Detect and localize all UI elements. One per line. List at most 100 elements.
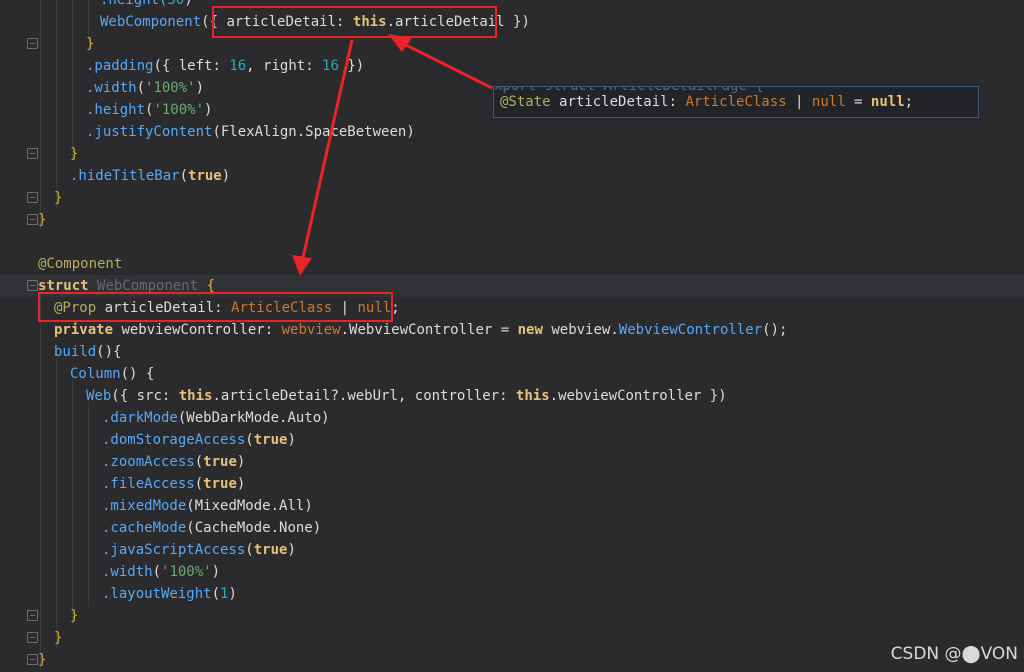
code-line-content[interactable]: build(){ bbox=[54, 341, 121, 363]
definition-popup: xport struct ArticleDetailPage { @State … bbox=[493, 86, 979, 118]
code-token: ( bbox=[186, 498, 195, 514]
code-token: FlexAlign bbox=[220, 124, 297, 140]
code-token: ({ bbox=[153, 58, 179, 74]
code-line-content[interactable]: } bbox=[54, 627, 62, 649]
code-token: '100%' bbox=[161, 564, 212, 580]
code-token: } bbox=[54, 190, 63, 206]
code-line[interactable]: } bbox=[0, 143, 1024, 165]
code-line-content[interactable]: .fileAccess(true) bbox=[102, 473, 245, 495]
code-line[interactable]: } bbox=[0, 209, 1024, 231]
code-token: : bbox=[264, 322, 282, 338]
code-line-content[interactable]: } bbox=[54, 187, 62, 209]
code-token: ) bbox=[184, 0, 193, 8]
code-line[interactable]: .width('100%') bbox=[0, 561, 1024, 583]
code-line[interactable]: .height(50) bbox=[0, 0, 1024, 11]
code-token: }) bbox=[701, 388, 727, 404]
code-line-content[interactable]: } bbox=[38, 649, 46, 671]
code-token: ( bbox=[136, 80, 146, 96]
code-token: controller bbox=[414, 388, 500, 404]
code-line[interactable]: .layoutWeight(1) bbox=[0, 583, 1024, 605]
code-line-content[interactable]: @Component bbox=[38, 253, 122, 275]
popup-token: ArticleClass bbox=[685, 94, 787, 110]
code-line-content[interactable]: .hideTitleBar(true) bbox=[70, 165, 230, 187]
code-line[interactable]: .justifyContent(FlexAlign.SpaceBetween) bbox=[0, 121, 1024, 143]
code-line[interactable]: Column() { bbox=[0, 363, 1024, 385]
code-line[interactable]: .mixedMode(MixedMode.All) bbox=[0, 495, 1024, 517]
code-line-content[interactable]: .width('100%') bbox=[102, 561, 220, 583]
code-line-content[interactable]: .mixedMode(MixedMode.All) bbox=[102, 495, 313, 517]
code-line-content[interactable]: .domStorageAccess(true) bbox=[102, 429, 296, 451]
code-line-content[interactable]: .javaScriptAccess(true) bbox=[102, 539, 296, 561]
code-line-content[interactable]: } bbox=[38, 209, 46, 231]
code-line[interactable]: .javaScriptAccess(true) bbox=[0, 539, 1024, 561]
code-token: ) bbox=[236, 476, 246, 492]
code-line[interactable]: .darkMode(WebDarkMode.Auto) bbox=[0, 407, 1024, 429]
code-line[interactable]: .zoomAccess(true) bbox=[0, 451, 1024, 473]
popup-code-line: @State articleDetail: ArticleClass | nul… bbox=[500, 93, 913, 111]
code-line-content[interactable]: .width('100%') bbox=[86, 77, 204, 99]
code-line[interactable]: WebComponent({ articleDetail: this.artic… bbox=[0, 11, 1024, 33]
popup-token: null bbox=[870, 94, 905, 110]
code-line-content[interactable]: .height(50) bbox=[100, 0, 193, 11]
code-line[interactable]: .cacheMode(CacheMode.None) bbox=[0, 517, 1024, 539]
code-line-content[interactable]: .padding({ left: 16, right: 16 }) bbox=[86, 55, 364, 77]
code-token: .Auto bbox=[279, 410, 322, 426]
code-line-content[interactable]: .cacheMode(CacheMode.None) bbox=[102, 517, 321, 539]
code-line[interactable]: private webviewController: webview.Webvi… bbox=[0, 319, 1024, 341]
code-token: } bbox=[70, 608, 79, 624]
code-line[interactable]: Web({ src: this.articleDetail?.webUrl, c… bbox=[0, 385, 1024, 407]
code-token: 16 bbox=[322, 58, 339, 74]
code-line[interactable]: } bbox=[0, 649, 1024, 671]
code-line-content[interactable]: Column() { bbox=[70, 363, 154, 385]
code-line-content[interactable]: } bbox=[70, 143, 78, 165]
code-line[interactable]: } bbox=[0, 33, 1024, 55]
code-token: webview bbox=[281, 322, 341, 338]
code-line-content[interactable]: } bbox=[70, 605, 78, 627]
popup-token: articleDetail bbox=[559, 94, 669, 110]
code-line[interactable]: .domStorageAccess(true) bbox=[0, 429, 1024, 451]
code-token: .All bbox=[270, 498, 305, 514]
code-token: 16 bbox=[229, 58, 247, 74]
code-token: CacheMode bbox=[194, 520, 271, 536]
code-line[interactable]: .padding({ left: 16, right: 16 }) bbox=[0, 55, 1024, 77]
code-line[interactable]: .hideTitleBar(true) bbox=[0, 165, 1024, 187]
code-token: .hideTitleBar bbox=[70, 168, 180, 184]
code-token: @Component bbox=[38, 256, 123, 272]
code-token: ) bbox=[287, 432, 296, 448]
code-line[interactable]: @Component bbox=[0, 253, 1024, 275]
code-token: .darkMode bbox=[102, 410, 178, 426]
code-line-content[interactable]: } bbox=[86, 33, 94, 55]
code-line-content[interactable]: .zoomAccess(true) bbox=[102, 451, 245, 473]
code-token: '100%' bbox=[153, 102, 205, 118]
code-token: .width bbox=[102, 564, 153, 580]
code-line[interactable]: build(){ bbox=[0, 341, 1024, 363]
code-token: true bbox=[203, 454, 237, 470]
code-token: true bbox=[203, 476, 237, 492]
code-line-content[interactable]: private webviewController: webview.Webvi… bbox=[54, 319, 787, 341]
code-token: ({ bbox=[111, 388, 137, 404]
code-token: ) bbox=[228, 586, 237, 602]
code-line[interactable]: } bbox=[0, 187, 1024, 209]
code-line-content[interactable]: .height('100%') bbox=[86, 99, 212, 121]
code-line-content[interactable]: .darkMode(WebDarkMode.Auto) bbox=[102, 407, 330, 429]
code-line-content[interactable]: Web({ src: this.articleDetail?.webUrl, c… bbox=[86, 385, 727, 407]
code-line-content[interactable]: .justifyContent(FlexAlign.SpaceBetween) bbox=[86, 121, 415, 143]
code-token: ) bbox=[287, 542, 296, 558]
code-token: : bbox=[499, 388, 516, 404]
code-token: ) bbox=[406, 124, 415, 140]
code-token: build bbox=[54, 344, 97, 360]
code-token: ( bbox=[212, 124, 221, 140]
code-line[interactable] bbox=[0, 231, 1024, 253]
code-token: = bbox=[492, 322, 518, 338]
code-token: MixedMode bbox=[194, 498, 271, 514]
code-line[interactable]: .fileAccess(true) bbox=[0, 473, 1024, 495]
highlight-box-webcomponent-call bbox=[212, 6, 497, 38]
code-token: }) bbox=[338, 58, 365, 74]
code-token: }) bbox=[504, 14, 530, 30]
code-token: ( bbox=[194, 454, 204, 470]
code-token: webviewController bbox=[121, 322, 265, 338]
code-line[interactable]: } bbox=[0, 605, 1024, 627]
code-line[interactable]: } bbox=[0, 627, 1024, 649]
code-line-content[interactable]: .layoutWeight(1) bbox=[102, 583, 237, 605]
code-token: (){ bbox=[96, 344, 122, 360]
